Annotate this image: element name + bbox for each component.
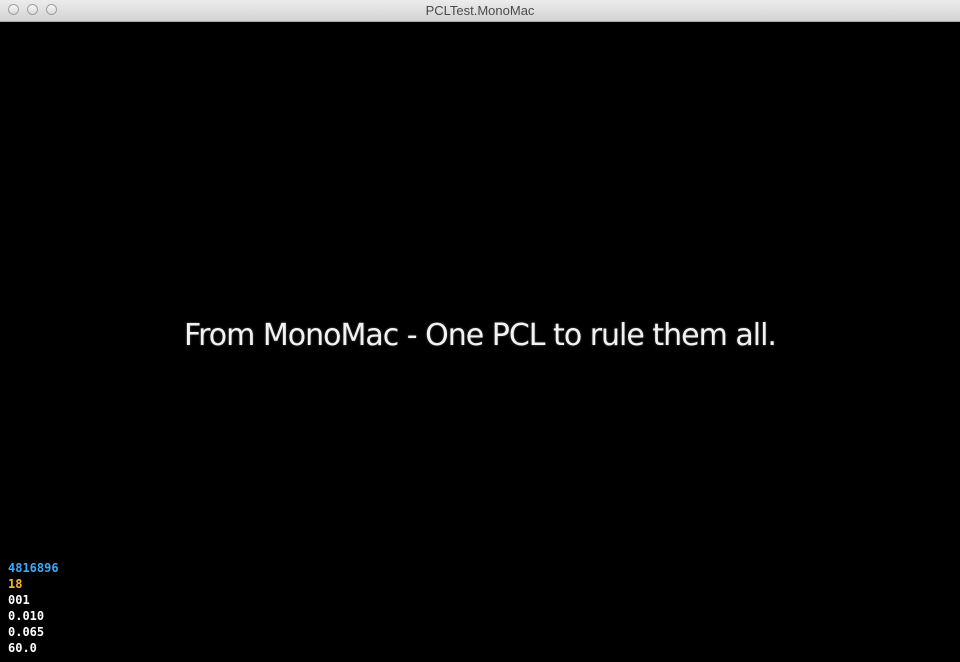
stat-counter: 001 bbox=[8, 593, 30, 607]
stat-update-time: 0.010 bbox=[8, 609, 45, 623]
window-title: PCLTest.MonoMac bbox=[425, 3, 535, 18]
stat-memory: 4816896 bbox=[8, 561, 59, 575]
game-viewport[interactable]: From MonoMac - One PCL to rule them all.… bbox=[0, 22, 960, 662]
stat-draw-time: 0.065 bbox=[8, 625, 45, 639]
stat-fps: 60.0 bbox=[8, 641, 37, 655]
debug-stats: 4816896 18 001 0.010 0.065 60.0 bbox=[8, 560, 59, 656]
app-window: PCLTest.MonoMac From MonoMac - One PCL t… bbox=[0, 0, 960, 662]
title-bar[interactable]: PCLTest.MonoMac bbox=[0, 0, 960, 22]
headline-text: From MonoMac - One PCL to rule them all. bbox=[184, 318, 777, 353]
stat-collections: 18 bbox=[8, 577, 23, 591]
